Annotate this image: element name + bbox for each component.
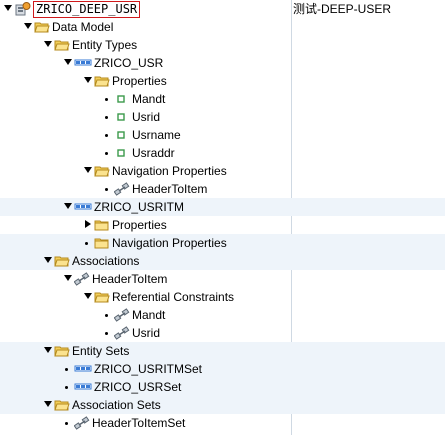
tree-node-association-sets[interactable]: Association Sets [0, 396, 445, 414]
tree-node-label[interactable]: Associations [72, 252, 139, 270]
leaf-bullet-icon [105, 116, 108, 119]
tree-node-headertoitemset[interactable]: HeaderToItemSet [0, 414, 445, 432]
tree-node-label[interactable]: Usrname [132, 126, 181, 144]
leaf-bullet-icon [105, 152, 108, 155]
collapse-toggle-icon[interactable] [85, 220, 91, 228]
tree-node-usraddr[interactable]: Usraddr [0, 144, 445, 162]
tree-node-usrid[interactable]: Usrid [0, 108, 445, 126]
tree-root-row[interactable]: ZRICO_DEEP_USR 测试-DEEP-USER [0, 0, 445, 18]
tree-node-navigation-properties[interactable]: Navigation Properties [0, 234, 445, 252]
tree-node-entity-types[interactable]: Entity Types [0, 36, 445, 54]
tree-node-label[interactable]: Association Sets [72, 396, 161, 414]
expand-toggle-icon[interactable] [84, 293, 92, 299]
tree-node-label[interactable]: Mandt [132, 90, 165, 108]
leaf-bullet-icon [105, 188, 108, 191]
leaf-bullet-icon [105, 314, 108, 317]
tree-node-headertoitem[interactable]: HeaderToItem [0, 270, 445, 288]
tree-root-label[interactable]: ZRICO_DEEP_USR [33, 1, 141, 18]
expand-toggle-icon[interactable] [4, 5, 12, 11]
tree-node-associations[interactable]: Associations [0, 252, 445, 270]
leaf-bullet-icon [105, 134, 108, 137]
expand-toggle-icon[interactable] [64, 203, 72, 209]
tree-node-label[interactable]: ZRICO_USRITM [94, 198, 184, 216]
tree-node-label[interactable]: Usrid [132, 108, 160, 126]
tree-node-mandt[interactable]: Mandt [0, 306, 445, 324]
tree-node-label[interactable]: ZRICO_USRITMSet [94, 360, 202, 378]
tree-node-headertoitem[interactable]: HeaderToItem [0, 180, 445, 198]
service-tree: ZRICO_DEEP_USR 测试-DEEP-USER Data Model En… [0, 0, 445, 435]
tree-node-mandt[interactable]: Mandt [0, 90, 445, 108]
tree-node-usrname[interactable]: Usrname [0, 126, 445, 144]
tree-node-label[interactable]: HeaderToItem [132, 180, 207, 198]
leaf-bullet-icon [65, 386, 68, 389]
tree-node-label[interactable]: Entity Types [72, 36, 137, 54]
tree-node-label[interactable]: Properties [112, 72, 167, 90]
expand-toggle-icon[interactable] [44, 401, 52, 407]
expand-toggle-icon[interactable] [84, 167, 92, 173]
tree-node-label[interactable]: Mandt [132, 306, 165, 324]
association-icon [73, 416, 90, 435]
tree-node-zrico-usrset[interactable]: ZRICO_USRSet [0, 378, 445, 396]
tree-node-zrico-usritmset[interactable]: ZRICO_USRITMSet [0, 360, 445, 378]
tree-node-label[interactable]: Referential Constraints [112, 288, 234, 306]
expand-toggle-icon[interactable] [44, 257, 52, 263]
tree-node-label[interactable]: ZRICO_USR [94, 54, 163, 72]
leaf-bullet-icon [85, 242, 88, 245]
tree-node-label[interactable]: HeaderToItem [92, 270, 167, 288]
tree-node-label[interactable]: HeaderToItemSet [92, 414, 185, 432]
tree-node-referential-constraints[interactable]: Referential Constraints [0, 288, 445, 306]
expand-toggle-icon[interactable] [64, 275, 72, 281]
expand-toggle-icon[interactable] [44, 347, 52, 353]
tree-node-navigation-properties[interactable]: Navigation Properties [0, 162, 445, 180]
tree-node-label[interactable]: Navigation Properties [112, 234, 227, 252]
tree-node-entity-sets[interactable]: Entity Sets [0, 342, 445, 360]
expand-toggle-icon[interactable] [24, 23, 32, 29]
tree-node-label[interactable]: Data Model [52, 18, 113, 36]
expand-toggle-icon[interactable] [84, 77, 92, 83]
tree-node-label[interactable]: Properties [112, 216, 167, 234]
tree-node-data-model[interactable]: Data Model [0, 18, 445, 36]
leaf-bullet-icon [65, 422, 68, 425]
tree-node-zrico-usritm[interactable]: ZRICO_USRITM [0, 198, 445, 216]
leaf-bullet-icon [65, 368, 68, 371]
tree-node-label[interactable]: Usraddr [132, 144, 175, 162]
tree-node-label[interactable]: Usrid [132, 324, 160, 342]
tree-root-description: 测试-DEEP-USER [293, 2, 392, 16]
leaf-bullet-icon [105, 98, 108, 101]
tree-node-properties[interactable]: Properties [0, 72, 445, 90]
expand-toggle-icon[interactable] [44, 41, 52, 47]
expand-toggle-icon[interactable] [64, 59, 72, 65]
tree-node-label[interactable]: Navigation Properties [112, 162, 227, 180]
leaf-bullet-icon [105, 332, 108, 335]
tree-node-zrico-usr[interactable]: ZRICO_USR [0, 54, 445, 72]
tree-node-usrid[interactable]: Usrid [0, 324, 445, 342]
tree-node-label[interactable]: Entity Sets [72, 342, 129, 360]
tree-node-label[interactable]: ZRICO_USRSet [94, 378, 181, 396]
tree-node-properties[interactable]: Properties [0, 216, 445, 234]
